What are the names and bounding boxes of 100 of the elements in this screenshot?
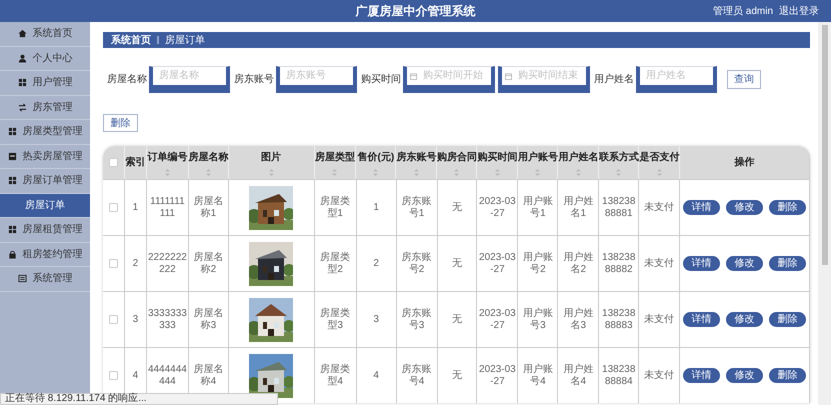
table-cell-text: 房屋名称2 [192,252,224,276]
breadcrumb-link[interactable]: 系统首页 [111,32,151,48]
search-button[interactable]: 查询 [727,70,761,89]
column-header: 房屋名称 [188,150,228,164]
table-cell-text: 房屋类型4 [319,364,352,388]
sort-icon[interactable] [616,168,622,176]
search-field[interactable]: 房屋名称 [149,66,230,93]
table-cell: 未支付 [644,370,674,382]
table-cell: 1 [132,202,138,214]
sort-icon[interactable] [414,168,419,176]
column-header: 用户姓名 [558,150,598,164]
table-cell-text: 房东账号2 [400,252,433,276]
grid-icon [8,127,16,136]
action-button[interactable]: 删除 [769,312,806,327]
breadcrumb-link[interactable]: 房屋订单 [165,32,205,48]
field-label: 用户姓名 [594,72,634,87]
table-cell: 4 [132,370,138,382]
table-cell-text: 用户账号1 [522,196,554,220]
separator-icon [157,36,159,44]
table-cell-text: 13823888881 [601,196,636,220]
checkbox[interactable] [108,259,118,268]
home-icon [18,29,26,38]
sort-icon[interactable] [206,168,211,176]
table-cell: 3 [132,314,138,326]
table-cell: 未支付 [644,202,674,214]
square-icon [8,152,16,161]
lock-icon [8,250,16,259]
action-button[interactable]: 详情 [683,368,720,383]
column-header: 房屋类型 [314,150,355,164]
action-button[interactable]: 修改 [726,368,764,383]
table-cell: 4444444444 [148,364,187,388]
status-text: 正在等待 8.129.11.174 的响应... [5,394,147,404]
table-cell-text: 房东账号1 [400,196,433,220]
table-cell: 3 [373,314,379,326]
sort-icon[interactable] [454,168,460,176]
sort-icon[interactable] [535,168,540,176]
table-cell: 2023-03-27 [478,364,516,388]
table-cell-text: 用户账号4 [522,364,554,388]
sort-icon[interactable] [268,168,274,176]
sort-icon[interactable] [332,168,338,176]
search-field[interactable]: 用户姓名 [636,66,717,93]
table-cell: 2023-03-27 [478,252,516,276]
action-button[interactable]: 详情 [683,312,720,327]
sort-icon[interactable] [164,168,170,176]
table-cell-text: 用户姓名4 [562,364,594,388]
grid-icon [8,176,16,186]
checkbox[interactable] [108,315,118,324]
table-cell: 2023-03-27 [478,196,516,220]
table-cell: 2 [373,258,379,270]
logout-link[interactable]: 退出登录 [779,4,819,18]
action-button[interactable]: 详情 [683,200,720,215]
grid-icon [8,225,16,234]
sort-icon[interactable] [656,168,662,176]
calendar-icon [505,73,512,80]
action-button[interactable]: 修改 [726,200,764,215]
action-button[interactable]: 删除 [769,256,806,271]
table-cell-text: 房屋类型1 [319,196,352,220]
column-header: 是否支付 [639,150,680,164]
table-cell-text: 用户姓名1 [562,196,594,220]
table-cell-text: 1111111111 [149,196,186,220]
action-button[interactable]: 删除 [769,368,806,383]
delete-button[interactable]: 删除 [103,114,138,132]
column-header: 用户账号 [518,150,558,164]
table-cell: 2222222222 [148,252,187,276]
table-cell-text: 13823888882 [601,252,636,276]
action-button[interactable]: 修改 [726,256,764,271]
table-cell: 无 [452,314,462,326]
action-button[interactable]: 删除 [769,200,806,215]
table-cell: 4 [373,370,379,382]
user-icon [18,54,26,63]
column-header: 图片 [261,150,282,164]
table-cell-text: 房东账号3 [400,308,433,332]
field-label: 房东账号 [234,72,274,87]
table-cell-text: 用户账号2 [522,252,554,276]
table-cell-text: 13823888884 [601,364,636,388]
sidebar-item[interactable]: 房屋订单 [0,194,90,218]
checkbox[interactable] [108,158,118,167]
checkbox[interactable] [108,203,118,212]
column-header: 操作 [734,156,755,170]
sort-icon[interactable] [494,168,500,176]
column-header: 房东账号 [396,150,436,164]
table-cell: 无 [452,258,462,270]
app-title: 广厦房屋中介管理系统 [356,3,476,20]
sort-icon[interactable] [576,168,581,176]
action-button[interactable]: 修改 [726,312,764,327]
table-cell: 2023-03-27 [478,308,516,332]
sort-icon[interactable] [373,168,378,176]
field-label: 房屋名称 [107,72,147,87]
table-cell-text: 房屋名称3 [192,308,224,332]
date-field[interactable]: 购买时间结束 [498,66,590,93]
action-button[interactable]: 详情 [683,256,720,271]
column-header: 售价(元) [358,150,394,164]
field-label: 购买时间 [361,72,401,87]
column-header: 索引 [125,156,146,170]
checkbox[interactable] [108,371,118,380]
date-field[interactable]: 购买时间开始 [403,66,495,93]
column-header: 购房合同 [436,150,477,164]
table-cell-text: 房屋类型3 [319,308,352,332]
search-field[interactable]: 房东账号 [276,66,357,93]
table-cell: 未支付 [644,314,674,326]
